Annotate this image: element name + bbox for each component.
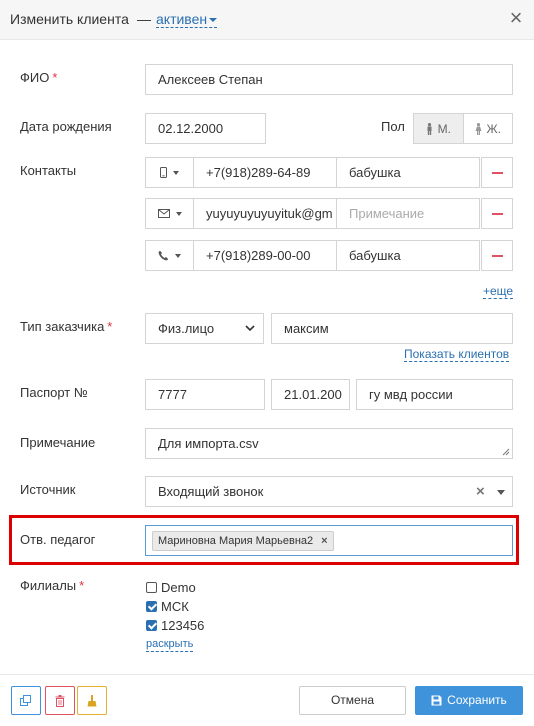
branch-checkbox-msk[interactable]: МСК	[146, 599, 189, 614]
checkbox-checked-icon[interactable]	[146, 620, 157, 631]
required-mark: *	[52, 70, 58, 85]
gender-female-button[interactable]: Ж.	[464, 114, 513, 143]
gender-male-button[interactable]: М.	[414, 114, 464, 143]
save-button[interactable]: Сохранить	[415, 686, 523, 715]
checkbox-icon[interactable]	[146, 582, 157, 593]
status-label: активен	[156, 11, 208, 27]
tag-remove-icon[interactable]: ×	[321, 535, 327, 547]
customer-type-label: Тип заказчика *	[20, 319, 113, 334]
phone-icon	[158, 250, 169, 261]
title-dash: —	[137, 11, 151, 27]
branches-label: Филиалы *	[20, 578, 85, 593]
fio-input[interactable]: Алексеев Степан	[145, 64, 513, 95]
contact-note-input[interactable]: Примечание	[336, 198, 480, 229]
floppy-disk-icon	[431, 695, 442, 706]
resize-handle-icon[interactable]	[502, 448, 510, 456]
show-clients-link[interactable]: Показать клиентов	[404, 347, 510, 362]
required-mark: *	[107, 319, 113, 334]
remove-contact-button[interactable]	[481, 157, 513, 188]
copy-button[interactable]	[11, 686, 41, 715]
fio-label: ФИО *	[20, 70, 58, 85]
contact-type-phone-dropdown[interactable]	[145, 240, 194, 271]
broom-icon	[87, 694, 97, 706]
chevron-down-icon	[173, 170, 179, 175]
remove-contact-button[interactable]	[481, 198, 513, 229]
teacher-tag: Мариновна Мария Марьевна2 ×	[152, 531, 334, 551]
branch-checkbox-123456[interactable]: 123456	[146, 618, 204, 633]
male-icon	[427, 122, 432, 135]
customer-type-value: Физ.лицо	[158, 321, 215, 336]
dialog-title: Изменить клиента	[10, 11, 129, 27]
remove-contact-button[interactable]	[481, 240, 513, 271]
chevron-down-icon	[175, 253, 181, 258]
source-select[interactable]: Входящий звонок ×	[145, 476, 513, 507]
close-icon[interactable]: ×	[506, 6, 526, 30]
cancel-button[interactable]: Отмена	[299, 686, 406, 715]
minus-icon	[492, 213, 503, 215]
customer-name-input[interactable]: максим	[271, 313, 513, 344]
trash-icon	[55, 694, 65, 707]
chevron-down-icon	[497, 490, 505, 495]
contact-type-email-dropdown[interactable]	[145, 198, 194, 229]
branch-checkbox-demo[interactable]: Demo	[146, 580, 196, 595]
add-contact-link[interactable]: +еще	[483, 284, 514, 299]
contact-note-input[interactable]: бабушка	[336, 240, 480, 271]
passport-number-input[interactable]: 7777	[145, 379, 265, 410]
contact-value-input[interactable]: yuyuyuyuyuyituk@gm	[193, 198, 337, 229]
clear-icon[interactable]: ×	[476, 477, 485, 506]
checkbox-checked-icon[interactable]	[146, 601, 157, 612]
gender-toggle: М. Ж.	[413, 113, 513, 144]
chevron-down-icon	[175, 211, 182, 216]
clean-button[interactable]	[77, 686, 107, 715]
copy-icon	[20, 694, 31, 706]
passport-label: Паспорт №	[20, 385, 88, 400]
contact-note-input[interactable]: бабушка	[336, 157, 480, 188]
female-icon	[475, 122, 482, 135]
customer-type-select[interactable]: Физ.лицо	[145, 313, 264, 344]
minus-icon	[492, 172, 503, 174]
source-label: Источник	[20, 482, 76, 497]
teacher-tag-label: Мариновна Мария Марьевна2	[158, 535, 314, 547]
required-mark: *	[79, 578, 85, 593]
chevron-down-icon	[209, 18, 218, 23]
minus-icon	[492, 255, 503, 257]
note-value: Для импорта.csv	[158, 436, 259, 451]
expand-branches-link[interactable]: раскрыть	[146, 637, 194, 652]
contacts-label: Контакты	[20, 163, 77, 178]
envelope-icon	[157, 209, 170, 218]
source-value: Входящий звонок	[158, 484, 264, 499]
note-label: Примечание	[20, 435, 96, 450]
passport-issued-input[interactable]: гу мвд россии	[356, 379, 513, 410]
status-dropdown[interactable]: активен	[156, 11, 218, 28]
mobile-icon	[160, 167, 167, 178]
birthdate-label: Дата рождения	[20, 119, 112, 134]
birthdate-input[interactable]: 02.12.2000	[145, 113, 266, 144]
contact-type-phone-dropdown[interactable]	[145, 157, 194, 188]
contact-value-input[interactable]: +7(918)289-64-89	[193, 157, 337, 188]
note-textarea[interactable]: Для импорта.csv	[145, 428, 513, 459]
passport-date-input[interactable]: 21.01.200	[271, 379, 350, 410]
save-label: Сохранить	[447, 693, 507, 707]
teacher-label: Отв. педагог	[20, 532, 96, 547]
contact-value-input[interactable]: +7(918)289-00-00	[193, 240, 337, 271]
chevron-down-icon	[245, 325, 255, 332]
gender-label: Пол	[381, 119, 405, 134]
dialog-header: Изменить клиента — активен ×	[0, 0, 534, 40]
delete-button[interactable]	[45, 686, 75, 715]
